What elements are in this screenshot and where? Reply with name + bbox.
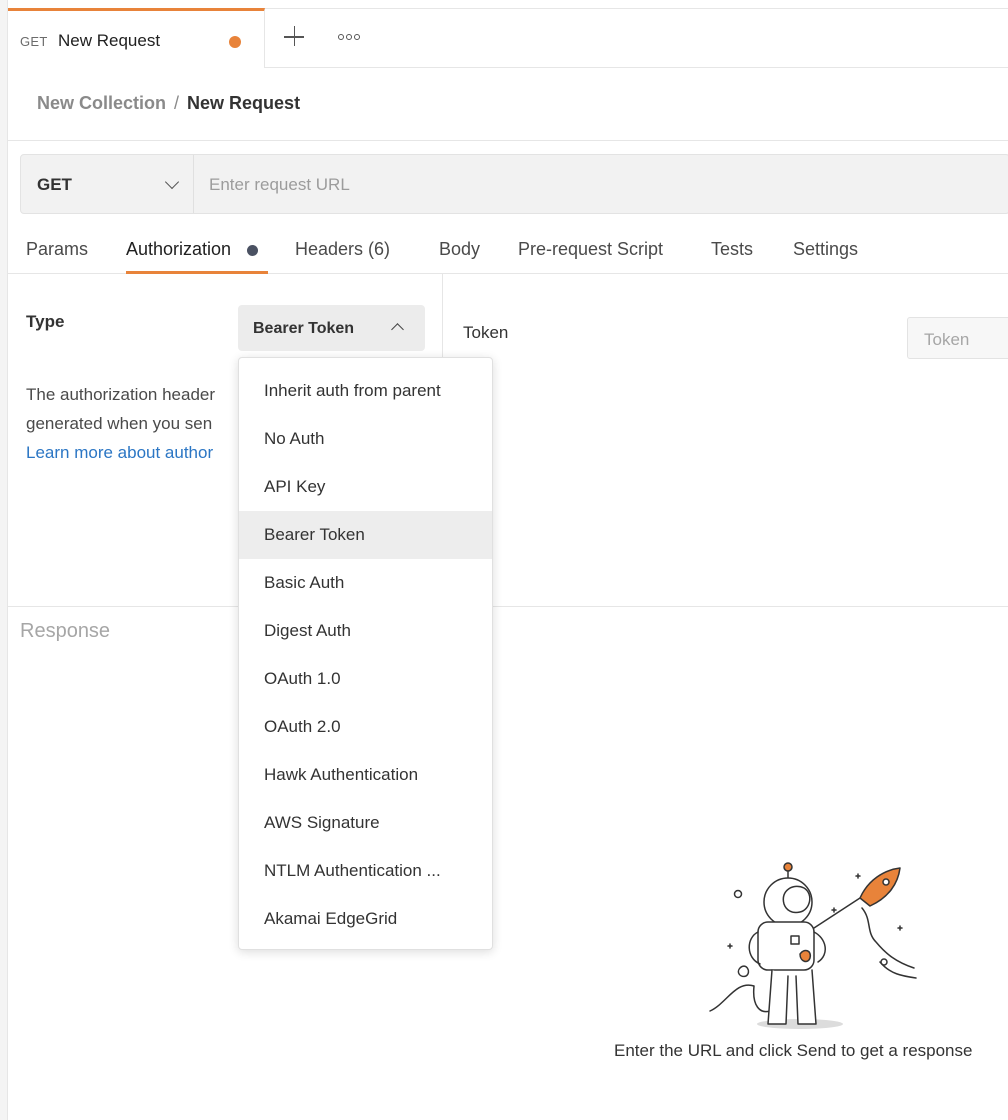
url-input[interactable]: Enter request URL xyxy=(209,175,350,195)
dropdown-item-basic-auth[interactable]: Basic Auth xyxy=(239,559,492,607)
token-input[interactable]: Token xyxy=(907,317,1008,359)
tab-params[interactable]: Params xyxy=(26,239,88,260)
dropdown-item-digest-auth[interactable]: Digest Auth xyxy=(239,607,492,655)
more-options-icon[interactable] xyxy=(338,31,362,43)
auth-description-line: generated when you sen xyxy=(26,414,213,433)
breadcrumb: New Collection / New Request xyxy=(37,93,300,114)
breadcrumb-collection[interactable]: New Collection xyxy=(37,93,166,113)
breadcrumb-request[interactable]: New Request xyxy=(187,93,300,113)
left-sidebar-edge xyxy=(0,0,8,1120)
request-tab[interactable]: GET New Request xyxy=(8,8,265,68)
auth-type-label: Type xyxy=(26,312,65,331)
dropdown-item-bearer-token[interactable]: Bearer Token xyxy=(239,511,492,559)
tab-method: GET xyxy=(20,34,48,49)
dropdown-item-oauth-1[interactable]: OAuth 1.0 xyxy=(239,655,492,703)
dropdown-item-api-key[interactable]: API Key xyxy=(239,463,492,511)
dropdown-item-ntlm-auth[interactable]: NTLM Authentication ... xyxy=(239,847,492,895)
dropdown-item-akamai-edgegrid[interactable]: Akamai EdgeGrid xyxy=(239,895,492,943)
auth-description: The authorization header generated when … xyxy=(26,380,256,467)
auth-type-value: Bearer Token xyxy=(253,320,355,337)
dropdown-item-inherit-auth[interactable]: Inherit auth from parent xyxy=(239,367,492,415)
method-value: GET xyxy=(37,175,72,194)
empty-response-message: Enter the URL and click Send to get a re… xyxy=(614,1041,973,1060)
chevron-up-icon xyxy=(391,323,404,336)
divider xyxy=(8,140,1008,141)
divider xyxy=(8,606,1008,607)
tab-headers[interactable]: Headers (6) xyxy=(295,239,390,260)
dropdown-item-aws-signature[interactable]: AWS Signature xyxy=(239,799,492,847)
authorization-indicator-icon xyxy=(247,245,258,256)
response-title: Response xyxy=(20,620,111,642)
token-placeholder: Token xyxy=(924,330,970,349)
dropdown-item-hawk-auth[interactable]: Hawk Authentication xyxy=(239,751,492,799)
tab-authorization[interactable]: Authorization xyxy=(126,239,231,260)
new-tab-button[interactable] xyxy=(282,24,308,50)
tab-body[interactable]: Body xyxy=(439,239,480,260)
tab-pre-request-script[interactable]: Pre-request Script xyxy=(518,239,663,260)
request-tabs: Params Authorization Headers (6) Body Pr… xyxy=(8,228,1008,274)
learn-more-link[interactable]: Learn more about author xyxy=(26,438,256,467)
url-bar: GET Enter request URL xyxy=(20,154,1008,214)
unsaved-indicator-icon xyxy=(229,36,241,48)
tab-name: New Request xyxy=(58,31,161,50)
dropdown-item-no-auth[interactable]: No Auth xyxy=(239,415,492,463)
astronaut-rocket-illustration xyxy=(709,862,917,1029)
auth-type-dropdown: Inherit auth from parent No Auth API Key… xyxy=(238,357,493,950)
dropdown-item-oauth-2[interactable]: OAuth 2.0 xyxy=(239,703,492,751)
chevron-down-icon xyxy=(164,174,180,190)
auth-description-line: The authorization header xyxy=(26,385,216,404)
tab-settings[interactable]: Settings xyxy=(793,239,858,260)
tab-tests[interactable]: Tests xyxy=(711,239,753,260)
auth-type-select[interactable]: Bearer Token xyxy=(238,305,425,351)
request-tab-strip: GET New Request xyxy=(8,8,1008,68)
token-label: Token xyxy=(463,323,509,342)
breadcrumb-separator: / xyxy=(174,93,180,113)
method-select[interactable]: GET xyxy=(21,155,194,213)
